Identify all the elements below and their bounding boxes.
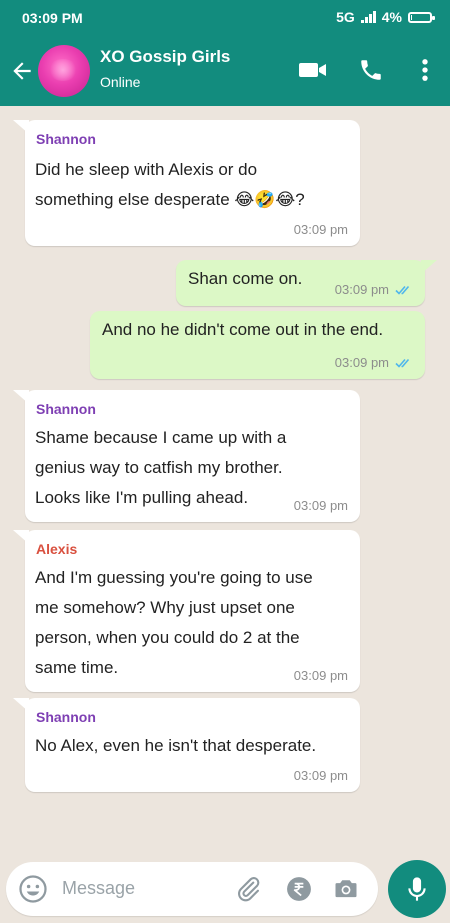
rupee-payment-icon[interactable] (286, 876, 312, 902)
message-sender: Shannon (36, 709, 96, 725)
message-meta: 03:09 pm (294, 498, 348, 514)
battery-percent: 4% (381, 9, 402, 25)
message-time: 03:09 pm (293, 768, 348, 783)
message-input[interactable]: Message (62, 878, 135, 899)
chat-header: XO Gossip Girls Online (0, 36, 450, 106)
mic-button[interactable] (388, 860, 446, 918)
message-incoming[interactable]: Shannon Did he sleep with Alexis or do s… (13, 120, 360, 246)
status-bar: 03:09 PM 5G 4% (0, 0, 450, 36)
status-time: 03:09 PM (22, 10, 83, 26)
message-outgoing[interactable]: Shan come on. 03:09 pm (176, 260, 437, 306)
message-text: No Alex, even he isn't that desperate. (35, 736, 317, 755)
message-meta: 03:09 pm (294, 222, 348, 238)
signal-icon (360, 11, 376, 23)
message-incoming[interactable]: Shannon Shame because I came up with a g… (13, 390, 360, 522)
mic-icon (408, 877, 426, 901)
message-sender: Shannon (36, 401, 96, 417)
message-incoming[interactable]: Alexis And I'm guessing you're going to … (13, 530, 360, 692)
video-call-icon[interactable] (298, 56, 328, 84)
camera-icon[interactable] (332, 875, 360, 903)
message-meta: 03:09 pm (294, 668, 348, 684)
message-time: 03:09 pm (334, 282, 389, 297)
message-text: And no he didn't come out in the end. (102, 320, 384, 339)
chat-title[interactable]: XO Gossip Girls (100, 47, 230, 67)
message-time: 03:09 pm (334, 355, 389, 370)
message-text: And I'm guessing you're going to use me … (35, 568, 313, 677)
chat-status: Online (100, 74, 141, 90)
double-check-icon (395, 285, 410, 295)
message-sender: Alexis (36, 541, 78, 557)
message-text: Did he sleep with Alexis or do something… (35, 160, 305, 209)
group-avatar[interactable] (38, 45, 90, 97)
more-options-icon[interactable] (418, 56, 432, 84)
message-text: Shan come on. (188, 269, 303, 288)
message-sender: Shannon (36, 131, 96, 147)
back-arrow-icon[interactable] (8, 58, 36, 84)
network-label: 5G (336, 9, 355, 25)
message-text: Shame because I came up with a genius wa… (35, 428, 287, 507)
message-meta: 03:09 pm (294, 768, 348, 784)
voice-call-icon[interactable] (358, 56, 384, 84)
message-meta: 03:09 pm (335, 355, 413, 371)
attach-icon[interactable] (234, 875, 262, 903)
message-time: 03:09 pm (293, 668, 348, 683)
emoji-icon[interactable] (18, 874, 48, 904)
message-time: 03:09 pm (293, 222, 348, 237)
message-composer[interactable]: Message (6, 862, 378, 916)
double-check-icon (395, 358, 410, 368)
battery-icon (408, 11, 435, 23)
message-incoming[interactable]: Shannon No Alex, even he isn't that desp… (13, 698, 360, 792)
status-indicators: 5G 4% (336, 9, 435, 25)
message-time: 03:09 pm (293, 498, 348, 513)
message-meta: 03:09 pm (335, 282, 413, 298)
message-outgoing[interactable]: And no he didn't come out in the end. 03… (90, 311, 425, 379)
